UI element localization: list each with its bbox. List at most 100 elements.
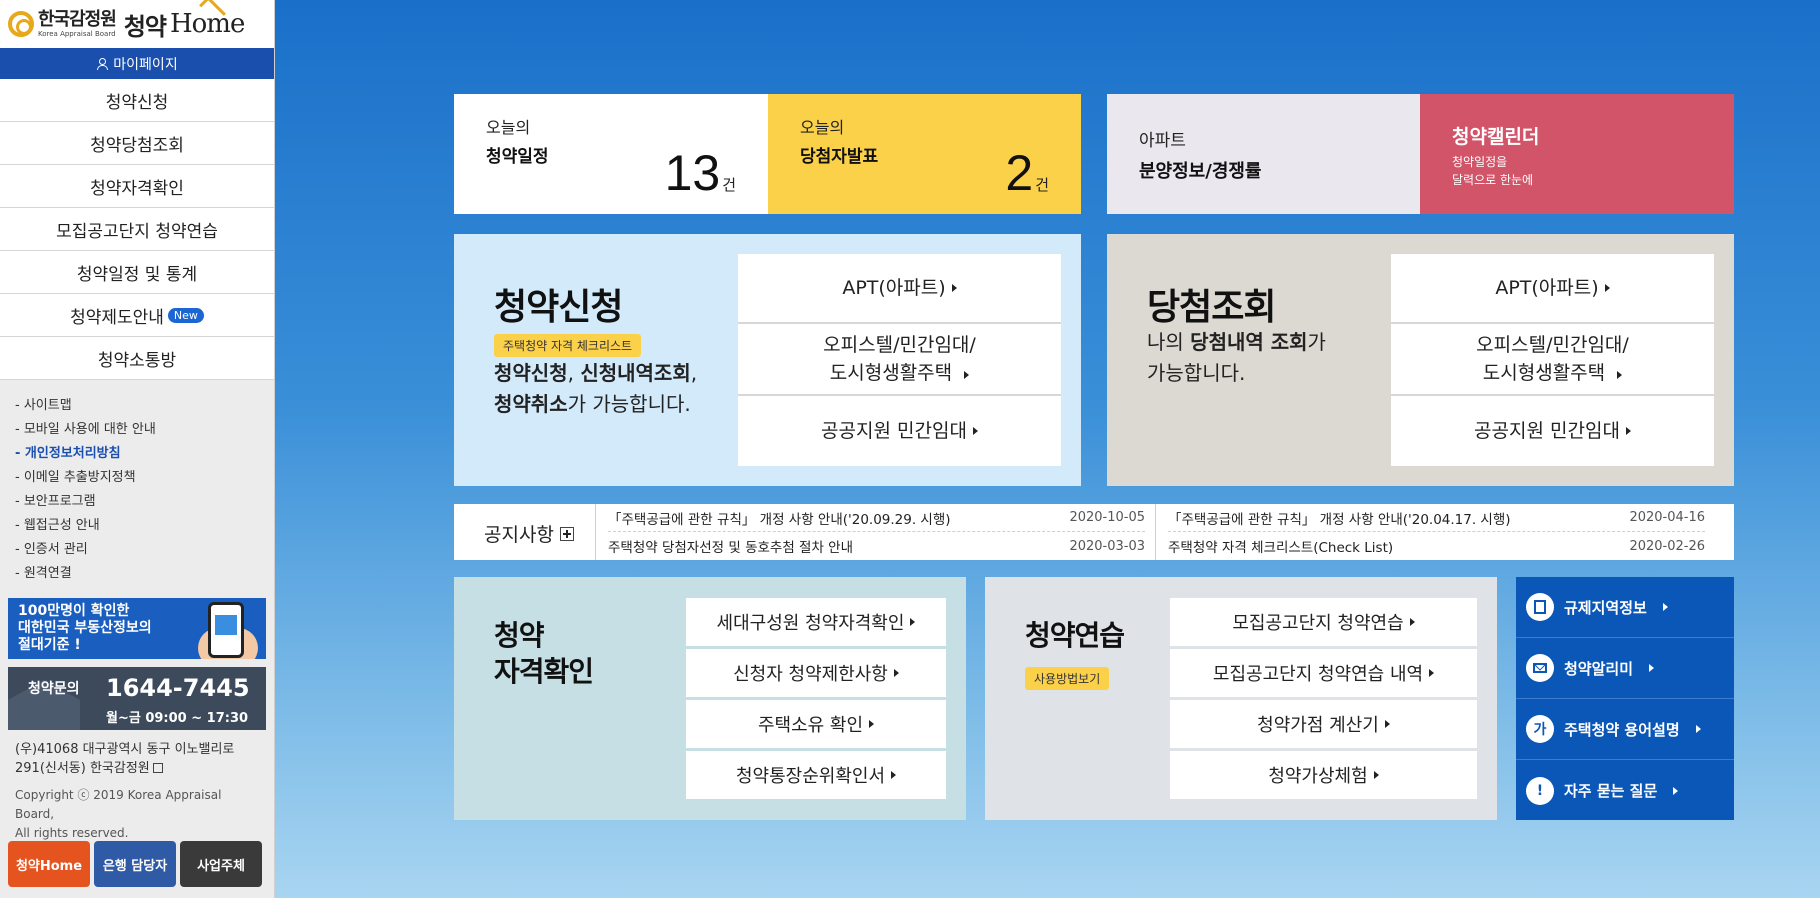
- sidebar: 한국감정원 Korea Appraisal Board 청약 Home 마이페이지…: [0, 0, 275, 898]
- result-apt-button[interactable]: APT(아파트): [1391, 254, 1714, 324]
- result-buttons: APT(아파트) 오피스텔/민간임대/도시형생활주택 공공지원 민간임대: [1391, 254, 1714, 466]
- link-mobile-guide[interactable]: - 모바일 사용에 대한 안내: [15, 418, 259, 442]
- notice-title[interactable]: 공지사항: [484, 520, 574, 547]
- arrow-right-icon: [1409, 618, 1415, 626]
- logo-service: 청약: [123, 12, 167, 41]
- notice-item[interactable]: 주택청약 당첨자선정 및 동호추첨 절차 안내 2020-03-03: [608, 532, 1145, 560]
- logo-org-kr: 한국감정원: [38, 8, 117, 30]
- external-link-icon[interactable]: [152, 763, 163, 773]
- result-title: 당첨조회: [1147, 287, 1276, 328]
- howto-tag[interactable]: 사용방법보기: [1025, 667, 1110, 690]
- apply-officetel-button[interactable]: 오피스텔/민간임대/도시형생활주택: [738, 324, 1061, 396]
- nav-item-eligibility[interactable]: 청약자격확인: [0, 165, 274, 208]
- notifier-link[interactable]: 청약알리미: [1516, 638, 1734, 699]
- main-nav: 청약신청 청약당첨조회 청약자격확인 모집공고단지 청약연습 청약일정 및 통계…: [0, 79, 274, 380]
- link-certificate[interactable]: - 인증서 관리: [15, 538, 259, 562]
- schedule-count: 13: [664, 145, 721, 201]
- banner-line: 대한민국 부동산정보의: [18, 620, 152, 636]
- calendar-title: 청약캘린더: [1452, 126, 1540, 148]
- notice-item[interactable]: 「주택공급에 관한 규칙」 개정 사항 안내('20.04.17. 시행) 202…: [1168, 504, 1705, 532]
- glossary-link[interactable]: 가 주택청약 용어설명: [1516, 699, 1734, 760]
- virtual-experience-button[interactable]: 청약가상체험: [1170, 751, 1477, 799]
- nav-item-community[interactable]: 청약소통방: [0, 337, 274, 380]
- calendar-desc: 청약일정을: [1452, 155, 1508, 169]
- mypage-button[interactable]: 마이페이지: [0, 48, 274, 79]
- result-public-rental-button[interactable]: 공공지원 민간임대: [1391, 396, 1714, 466]
- eligibility-title: 청약 자격확인: [494, 619, 594, 688]
- calendar-desc: 달력으로 한눈에: [1452, 173, 1534, 187]
- practice-history-button[interactable]: 모집공고단지 청약연습 내역: [1170, 649, 1477, 697]
- apply-desc: 청약신청, 신청내역조회, 청약취소가 가능합니다.: [494, 361, 698, 416]
- practice-button[interactable]: 모집공고단지 청약연습: [1170, 598, 1477, 646]
- apply-apt-button[interactable]: APT(아파트): [738, 254, 1061, 324]
- practice-panel: 청약연습 사용방법보기 모집공고단지 청약연습 모집공고단지 청약연습 내역 청…: [985, 577, 1497, 820]
- nav-item-result[interactable]: 청약당첨조회: [0, 122, 274, 165]
- nav-item-system-guide[interactable]: 청약제도안내 New: [0, 294, 274, 337]
- business-entity-button[interactable]: 사업주체: [180, 841, 262, 887]
- arrow-right-icon: [1604, 284, 1610, 292]
- result-officetel-button[interactable]: 오피스텔/민간임대/도시형생활주택: [1391, 324, 1714, 396]
- checklist-tag[interactable]: 주택청약 자격 체크리스트: [494, 334, 642, 357]
- logo[interactable]: 한국감정원 Korea Appraisal Board 청약 Home: [0, 0, 274, 48]
- points-calculator-button[interactable]: 청약가점 계산기: [1170, 700, 1477, 748]
- arrow-right-icon: [964, 371, 970, 379]
- apt-info-line2: 분양정보/경쟁률: [1139, 161, 1262, 182]
- inquiry-label: 청약문의: [28, 681, 80, 697]
- count-unit: 건: [1035, 176, 1049, 194]
- realestate-banner[interactable]: 100만명이 확인한 대한민국 부동산정보의 절대기준 !: [8, 598, 266, 659]
- today-winners-card[interactable]: 오늘의 당첨자발표 2 건: [768, 94, 1081, 214]
- glossary-icon: 가: [1526, 715, 1554, 743]
- nav-item-practice[interactable]: 모집공고단지 청약연습: [0, 208, 274, 251]
- housing-ownership-button[interactable]: 주택소유 확인: [686, 700, 946, 748]
- notice-item[interactable]: 「주택공급에 관한 규칙」 개정 사항 안내('20.09.29. 시행) 202…: [608, 504, 1145, 532]
- bank-staff-button[interactable]: 은행 담당자: [94, 841, 176, 887]
- notice-item[interactable]: 주택청약 자격 체크리스트(Check List) 2020-02-26: [1168, 532, 1705, 560]
- arrow-right-icon: [1625, 427, 1631, 435]
- arrow-right-icon: [951, 284, 957, 292]
- link-email-policy[interactable]: - 이메일 추출방지정책: [15, 466, 259, 490]
- apt-sale-info-card[interactable]: 아파트 분양정보/경쟁률: [1107, 94, 1420, 214]
- cheongyak-home-button[interactable]: 청약Home: [8, 841, 90, 887]
- arrow-right-icon: [891, 771, 897, 779]
- nav-item-schedule-stats[interactable]: 청약일정 및 통계: [0, 251, 274, 294]
- today-schedule-card[interactable]: 오늘의 청약일정 13 건: [454, 94, 768, 214]
- arrow-right-icon: [1695, 725, 1701, 733]
- address: (우)41068 대구광역시 동구 이노밸리로 291(신서동) 한국감정원: [0, 730, 274, 778]
- link-privacy-policy[interactable]: - 개인정보처리방침: [15, 442, 259, 466]
- link-accessibility[interactable]: - 웹접근성 안내: [15, 514, 259, 538]
- arrow-right-icon: [893, 669, 899, 677]
- link-sitemap[interactable]: - 사이트맵: [15, 394, 259, 418]
- quick-links: 규제지역정보 청약알리미 가 주택청약 용어설명 ! 자주 묻는 질문: [1516, 577, 1734, 820]
- link-security-program[interactable]: - 보안프로그램: [15, 490, 259, 514]
- apply-panel: 청약신청 주택청약 자격 체크리스트 청약신청, 신청내역조회, 청약취소가 가…: [454, 234, 1081, 486]
- logo-org-en: Korea Appraisal Board: [38, 29, 116, 38]
- copyright-line: Copyright ⓒ 2019 Korea Appraisal Board,: [15, 788, 222, 821]
- stat-prefix: 오늘의: [800, 118, 845, 137]
- arrow-right-icon: [910, 618, 916, 626]
- arrow-right-icon: [869, 720, 875, 728]
- faq-link[interactable]: ! 자주 묻는 질문: [1516, 760, 1734, 821]
- arrow-right-icon: [1373, 771, 1379, 779]
- link-remote-support[interactable]: - 원격연결: [15, 562, 259, 586]
- inquiry-hours: 월~금 09:00 ~ 17:30: [106, 711, 249, 726]
- nav-item-system-guide-label: 청약제도안내: [70, 307, 164, 328]
- apply-public-rental-button[interactable]: 공공지원 민간임대: [738, 396, 1061, 466]
- account-rank-button[interactable]: 청약통장순위확인서: [686, 751, 946, 799]
- plus-icon[interactable]: [559, 526, 574, 541]
- household-eligibility-button[interactable]: 세대구성원 청약자격확인: [686, 598, 946, 646]
- calendar-card[interactable]: 청약캘린더 청약일정을 달력으로 한눈에: [1420, 94, 1734, 214]
- restriction-check-button[interactable]: 신청자 청약제한사항: [686, 649, 946, 697]
- arrow-right-icon: [972, 427, 978, 435]
- regulated-area-link[interactable]: 규제지역정보: [1516, 577, 1734, 638]
- exclamation-icon: !: [1526, 776, 1554, 805]
- stat-prefix: 오늘의: [486, 118, 531, 137]
- apply-buttons: APT(아파트) 오피스텔/민간임대/도시형생활주택 공공지원 민간임대: [738, 254, 1061, 466]
- banner-line: 100만명이 확인한: [18, 603, 130, 619]
- banner-line: 절대기준 !: [18, 637, 81, 653]
- inquiry-box: 청약문의 1644-7445 월~금 09:00 ~ 17:30: [8, 667, 266, 730]
- arrow-right-icon: [1429, 669, 1435, 677]
- person-icon: [96, 58, 109, 70]
- count-unit: 건: [722, 176, 736, 194]
- nav-item-apply[interactable]: 청약신청: [0, 79, 274, 122]
- result-desc: 나의 당첨내역 조회가 가능합니다.: [1147, 330, 1326, 385]
